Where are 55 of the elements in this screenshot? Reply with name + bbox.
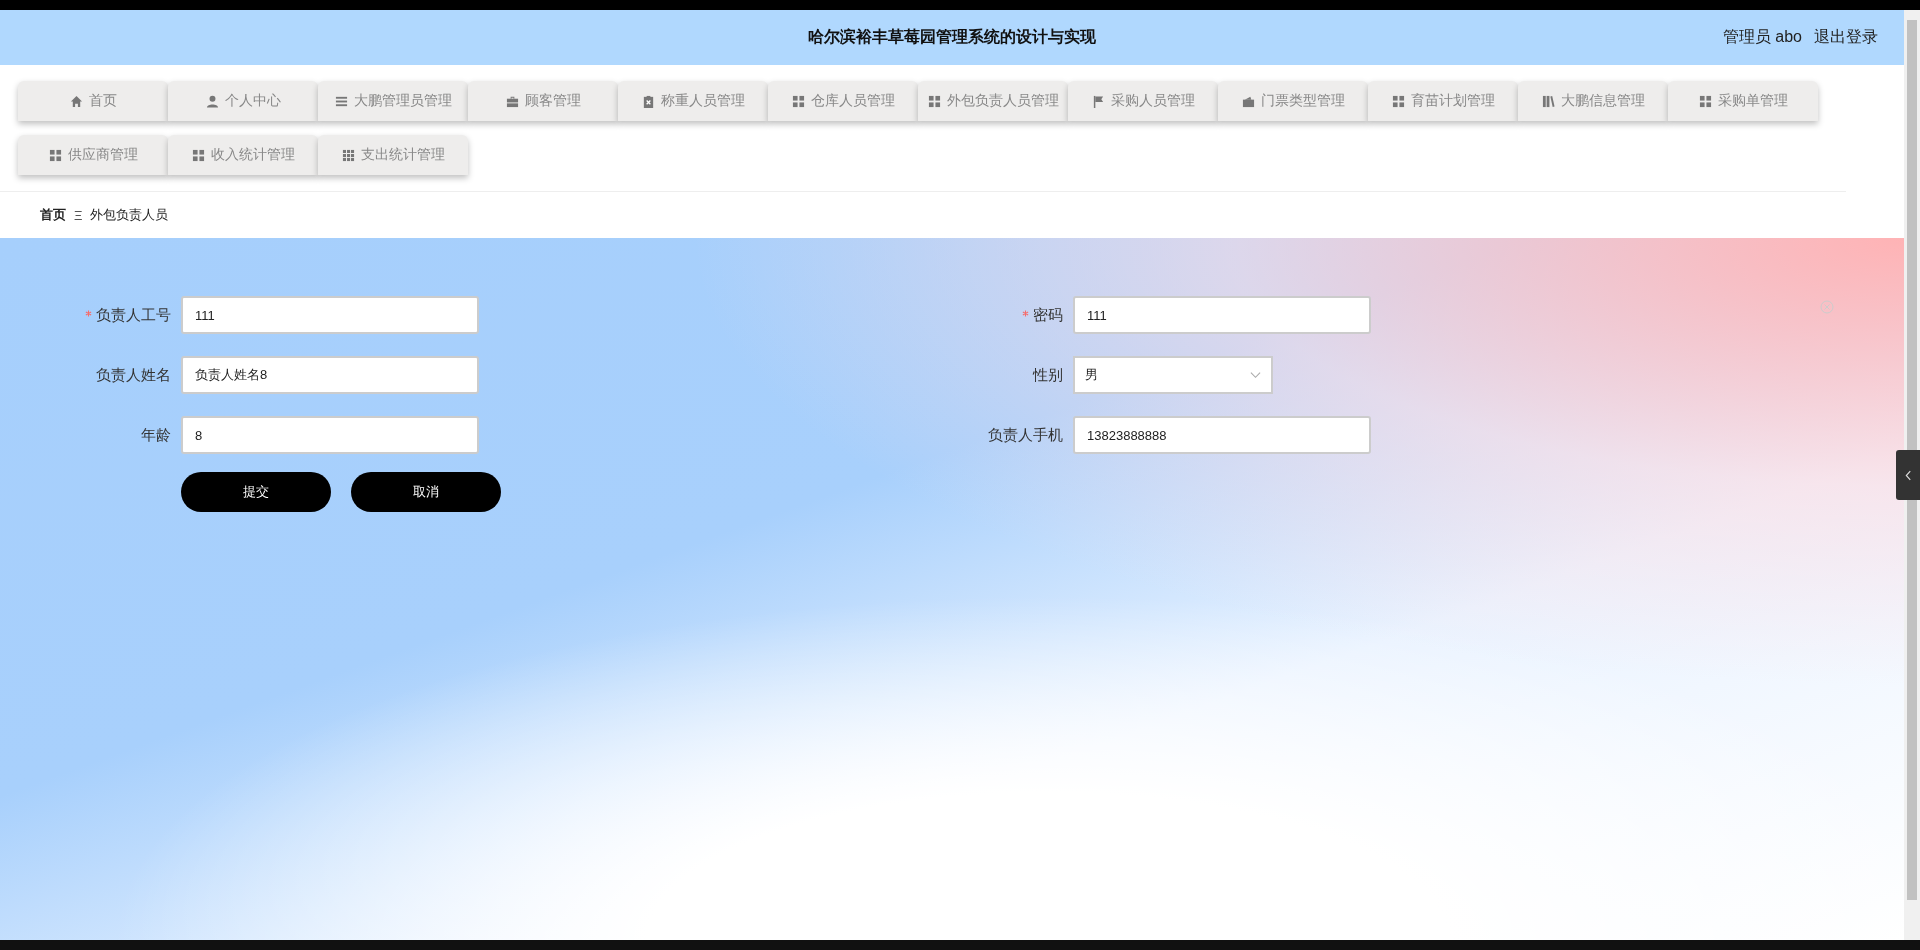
nav-tab[interactable]: 个人中心 xyxy=(168,81,318,121)
cancel-button[interactable]: 取消 xyxy=(351,472,501,512)
grid-icon xyxy=(48,148,62,162)
flag-icon xyxy=(1091,94,1105,108)
grid-icon xyxy=(341,148,355,162)
chevron-down-icon xyxy=(1250,371,1261,379)
home-icon xyxy=(69,94,83,108)
nav-tab[interactable]: 育苗计划管理 xyxy=(1368,81,1518,121)
nav-tab[interactable]: 首页 xyxy=(18,81,168,121)
breadcrumb-link[interactable]: 首页 xyxy=(40,206,66,224)
nav-tab[interactable]: 大鹏信息管理 xyxy=(1518,81,1668,121)
input-field[interactable]: 111 xyxy=(181,296,479,334)
nav-tab[interactable]: 支出统计管理 xyxy=(318,135,468,175)
input-field[interactable]: 8 xyxy=(181,416,479,454)
page-title: 哈尔滨裕丰草莓园管理系统的设计与实现 xyxy=(808,27,1096,47)
user-icon xyxy=(205,94,219,108)
nav-tab[interactable]: 供应商管理 xyxy=(18,135,168,175)
breadcrumb-current: 外包负责人员 xyxy=(90,206,169,224)
nav-tab[interactable]: 采购人员管理 xyxy=(1068,81,1218,121)
nav-tab[interactable]: 收入统计管理 xyxy=(168,135,318,175)
field-label: 性别 xyxy=(1033,365,1063,385)
select-field[interactable]: 男 xyxy=(1073,356,1273,394)
nav-tab[interactable]: 仓库人员管理 xyxy=(768,81,918,121)
nav-tab[interactable]: 称重人员管理 xyxy=(618,81,768,121)
collapse-button[interactable] xyxy=(1896,450,1920,500)
list-icon xyxy=(334,94,348,108)
nav-tab[interactable]: 大鹏管理员管理 xyxy=(318,81,468,121)
field-label: 年龄 xyxy=(141,425,171,445)
close-icon[interactable] xyxy=(1820,300,1834,314)
logout-link[interactable]: 退出登录 xyxy=(1814,27,1878,48)
field-label: 负责人手机 xyxy=(988,425,1063,445)
wallet-icon xyxy=(1241,94,1255,108)
grid-icon xyxy=(1391,94,1405,108)
field-label: 负责人工号 xyxy=(96,305,171,325)
field-label: 密码 xyxy=(1033,305,1063,325)
nav-tab[interactable]: 外包负责人员管理 xyxy=(918,81,1068,121)
briefcase-icon xyxy=(505,94,519,108)
breadcrumb-separator: Ξ xyxy=(74,207,83,223)
books-icon xyxy=(1541,94,1555,108)
input-field[interactable]: 负责人姓名8 xyxy=(181,356,479,394)
chevron-left-icon xyxy=(1904,469,1912,481)
input-field[interactable]: 111 xyxy=(1073,296,1371,334)
clipboard-icon xyxy=(641,94,655,108)
user-name: 管理员 abo xyxy=(1722,27,1802,47)
grid-icon xyxy=(927,94,941,108)
scrollbar[interactable] xyxy=(1904,10,1920,940)
grid-icon xyxy=(191,148,205,162)
grid-icon xyxy=(1698,94,1712,108)
nav-tab[interactable]: 顾客管理 xyxy=(468,81,618,121)
grid-icon xyxy=(791,94,805,108)
field-label: 负责人姓名 xyxy=(96,365,171,385)
submit-button[interactable]: 提交 xyxy=(181,472,331,512)
nav-tab[interactable]: 采购单管理 xyxy=(1668,81,1818,121)
nav-tab[interactable]: 门票类型管理 xyxy=(1218,81,1368,121)
input-field[interactable]: 13823888888 xyxy=(1073,416,1371,454)
